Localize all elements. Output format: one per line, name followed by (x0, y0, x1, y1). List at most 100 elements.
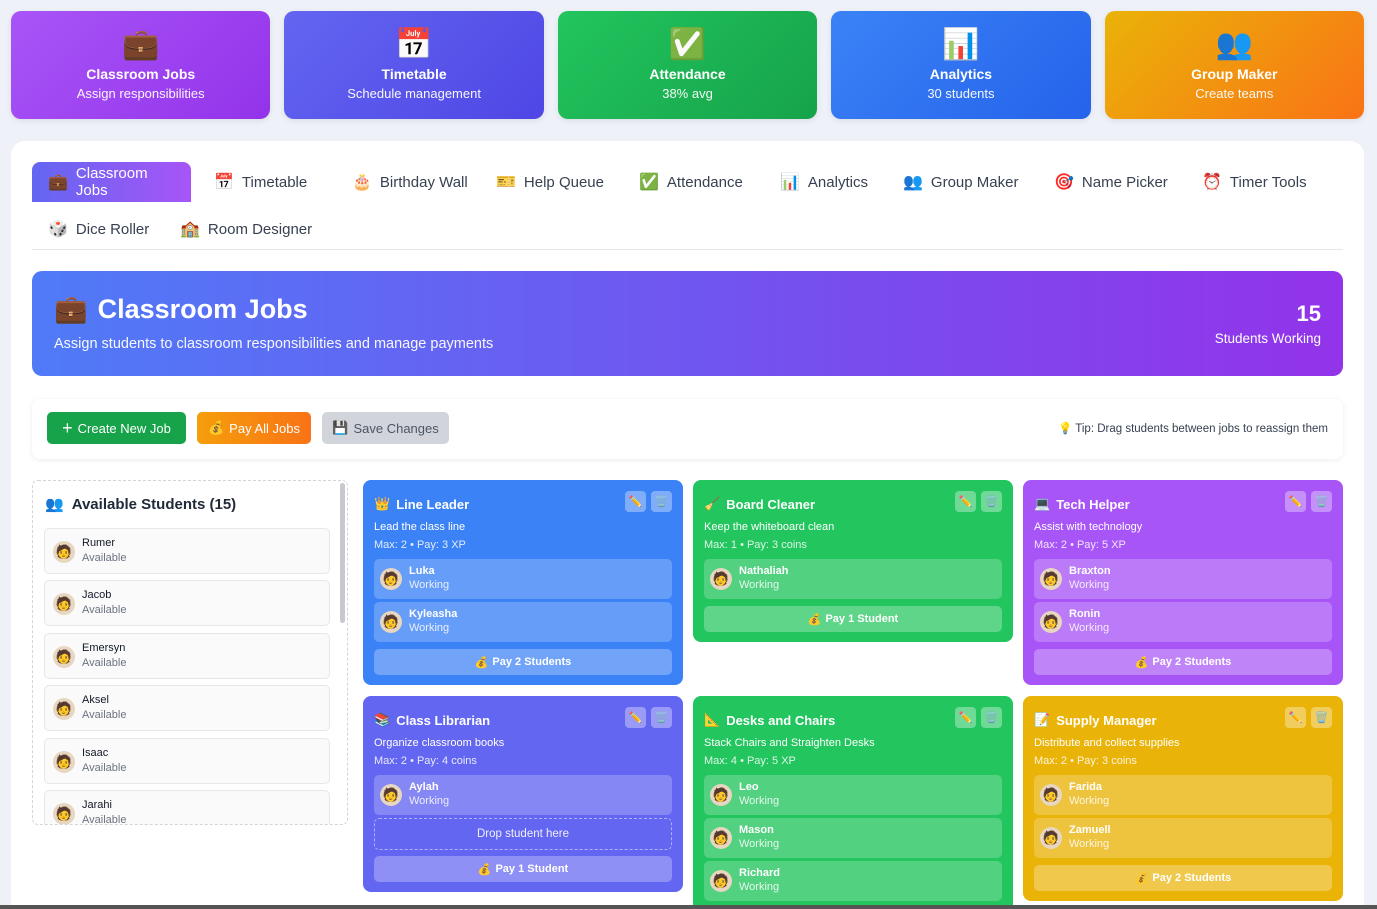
pay-students-button[interactable]: 💰 Pay 1 Student (374, 856, 672, 882)
student-card[interactable]: 🧑 Emersyn Available (44, 633, 330, 679)
student-status: Working (409, 622, 450, 634)
pencil-icon: ✏️ (628, 712, 643, 724)
delete-job-button[interactable]: 🗑️ (651, 491, 672, 512)
cake-icon: 🎂 (352, 174, 372, 191)
student-card[interactable]: 🧑 Isaac Available (44, 738, 330, 784)
stat-card-timetable[interactable]: 📅 Timetable Schedule management (284, 11, 544, 119)
student-name: Richard (739, 867, 780, 879)
stat-title: Attendance (649, 65, 726, 82)
assigned-student[interactable]: 🧑 Ronin Working (1034, 602, 1332, 642)
student-status: Working (1069, 579, 1110, 591)
tab-analytics[interactable]: 📊 Analytics (764, 162, 884, 202)
student-card[interactable]: 🧑 Aksel Available (44, 685, 330, 731)
delete-job-button[interactable]: 🗑️ (981, 707, 1002, 728)
student-name: Braxton (1069, 565, 1111, 577)
tab-room-designer[interactable]: 🏫 Room Designer (164, 209, 328, 249)
job-description: Assist with technology (1034, 521, 1143, 533)
sidebar-scrollbar[interactable] (340, 483, 345, 623)
student-status: Available (82, 657, 127, 669)
job-card-class-librarian[interactable]: 📚 Class Librarian ✏️ 🗑️ Organize classro… (363, 696, 683, 892)
assigned-student[interactable]: 🧑 Mason Working (704, 818, 1002, 858)
assigned-student[interactable]: 🧑 Farida Working (1034, 775, 1332, 815)
avatar: 🧑 (1040, 827, 1062, 849)
delete-job-button[interactable]: 🗑️ (1311, 491, 1332, 512)
edit-job-button[interactable]: ✏️ (625, 707, 646, 728)
student-status: Available (82, 709, 127, 721)
delete-job-button[interactable]: 🗑️ (1311, 707, 1332, 728)
assigned-student[interactable]: 🧑 Leo Working (704, 775, 1002, 815)
tab-help-queue[interactable]: 🎫 Help Queue (480, 162, 620, 202)
student-name: Aksel (82, 694, 109, 706)
tab-classroom-jobs[interactable]: 💼 Classroom Jobs (32, 162, 191, 202)
tab-name-picker[interactable]: 🎯 Name Picker (1038, 162, 1184, 202)
student-name: Isaac (82, 747, 109, 759)
assigned-student[interactable]: 🧑 Kyleasha Working (374, 602, 672, 642)
edit-job-button[interactable]: ✏️ (625, 491, 646, 512)
job-description: Organize classroom books (374, 737, 505, 749)
trash-icon: 🗑️ (654, 712, 669, 724)
tab-timer-tools[interactable]: ⏰ Timer Tools (1186, 162, 1323, 202)
student-name: Leo (739, 781, 759, 793)
job-title-text: Supply Manager (1056, 712, 1157, 728)
job-description: Lead the class line (374, 521, 466, 533)
trash-icon: 🗑️ (984, 712, 999, 724)
student-name: Kyleasha (409, 608, 458, 620)
assigned-student[interactable]: 🧑 Aylah Working (374, 775, 672, 815)
tab-label: Room Designer (207, 220, 313, 238)
people-icon: 👥 (45, 496, 64, 513)
avatar: 🧑 (710, 784, 732, 806)
edit-job-button[interactable]: ✏️ (955, 491, 976, 512)
avatar: 🧑 (53, 751, 75, 773)
job-card-desks-and-chairs[interactable]: 📐 Desks and Chairs ✏️ 🗑️ Stack Chairs an… (693, 696, 1013, 909)
stat-card-attendance[interactable]: ✅ Attendance 38% avg (557, 11, 818, 119)
page-title-text: Classroom Jobs (97, 293, 308, 324)
stat-card-classroom-jobs[interactable]: 💼 Classroom Jobs Assign responsibilities (11, 11, 271, 119)
job-card-tech-helper[interactable]: 💻 Tech Helper ✏️ 🗑️ Assist with technolo… (1023, 480, 1343, 685)
student-card[interactable]: 🧑 Jarahi Available (44, 790, 330, 824)
student-status: Working (409, 579, 450, 591)
save-changes-button[interactable]: 💾 Save Changes (322, 412, 449, 444)
job-card-board-cleaner[interactable]: 🧹 Board Cleaner ✏️ 🗑️ Keep the whiteboar… (693, 480, 1013, 642)
tab-attendance[interactable]: ✅ Attendance (623, 162, 759, 202)
delete-job-button[interactable]: 🗑️ (651, 707, 672, 728)
tab-dice-roller[interactable]: 🎲 Dice Roller (32, 209, 165, 249)
trash-icon: 🗑️ (654, 496, 669, 508)
pay-students-button[interactable]: 💰 Pay 2 Students (374, 649, 672, 675)
page-header-banner: 💼 Classroom Jobs Assign students to clas… (32, 271, 1343, 376)
tab-timetable[interactable]: 📅 Timetable (198, 162, 323, 202)
tab-birthday-wall[interactable]: 🎂 Birthday Wall (336, 162, 484, 202)
edit-job-button[interactable]: ✏️ (1285, 707, 1306, 728)
edit-job-button[interactable]: ✏️ (1285, 491, 1306, 512)
drop-zone[interactable]: Drop student here (374, 818, 672, 850)
create-job-button[interactable]: + Create New Job (47, 412, 186, 444)
student-card[interactable]: 🧑 Jacob Available (44, 580, 330, 626)
job-description: Distribute and collect supplies (1034, 737, 1180, 749)
student-card[interactable]: 🧑 Rumer Available (44, 528, 330, 574)
pay-students-button[interactable]: 💰 Pay 2 Students (1034, 649, 1332, 675)
job-card-line-leader[interactable]: 👑 Line Leader ✏️ 🗑️ Lead the class line … (363, 480, 683, 685)
assigned-student[interactable]: 🧑 Richard Working (704, 861, 1002, 901)
assigned-student[interactable]: 🧑 Zamuell Working (1034, 818, 1332, 858)
assigned-student[interactable]: 🧑 Nathaliah Working (704, 559, 1002, 599)
edit-job-button[interactable]: ✏️ (955, 707, 976, 728)
assigned-student[interactable]: 🧑 Braxton Working (1034, 559, 1332, 599)
delete-job-button[interactable]: 🗑️ (981, 491, 1002, 512)
money-bag-icon: 💰 (807, 613, 822, 626)
pay-students-button[interactable]: 💰 Pay 1 Student (704, 606, 1002, 632)
dice-icon: 🎲 (48, 221, 68, 238)
pay-label: Pay 2 Students (1152, 656, 1232, 668)
avatar: 🧑 (380, 784, 402, 806)
stat-card-analytics[interactable]: 📊 Analytics 30 students (831, 11, 1091, 119)
job-meta: Max: 1 • Pay: 3 coins (704, 539, 807, 551)
job-title: 💻 Tech Helper (1034, 496, 1130, 512)
student-name: Jacob (82, 589, 112, 601)
working-count: 15 (1296, 301, 1321, 326)
tab-group-maker[interactable]: 👥 Group Maker (887, 162, 1034, 202)
tab-label: Dice Roller (75, 220, 150, 238)
pay-all-jobs-button[interactable]: 💰 Pay All Jobs (197, 412, 311, 444)
student-name: Jarahi (82, 799, 112, 811)
stat-card-group-maker[interactable]: 👥 Group Maker Create teams (1104, 11, 1365, 119)
job-card-supply-manager[interactable]: 📝 Supply Manager ✏️ 🗑️ Distribute and co… (1023, 696, 1343, 901)
assigned-student[interactable]: 🧑 Luka Working (374, 559, 672, 599)
pay-students-button[interactable]: 💰 Pay 2 Students (1034, 865, 1332, 891)
